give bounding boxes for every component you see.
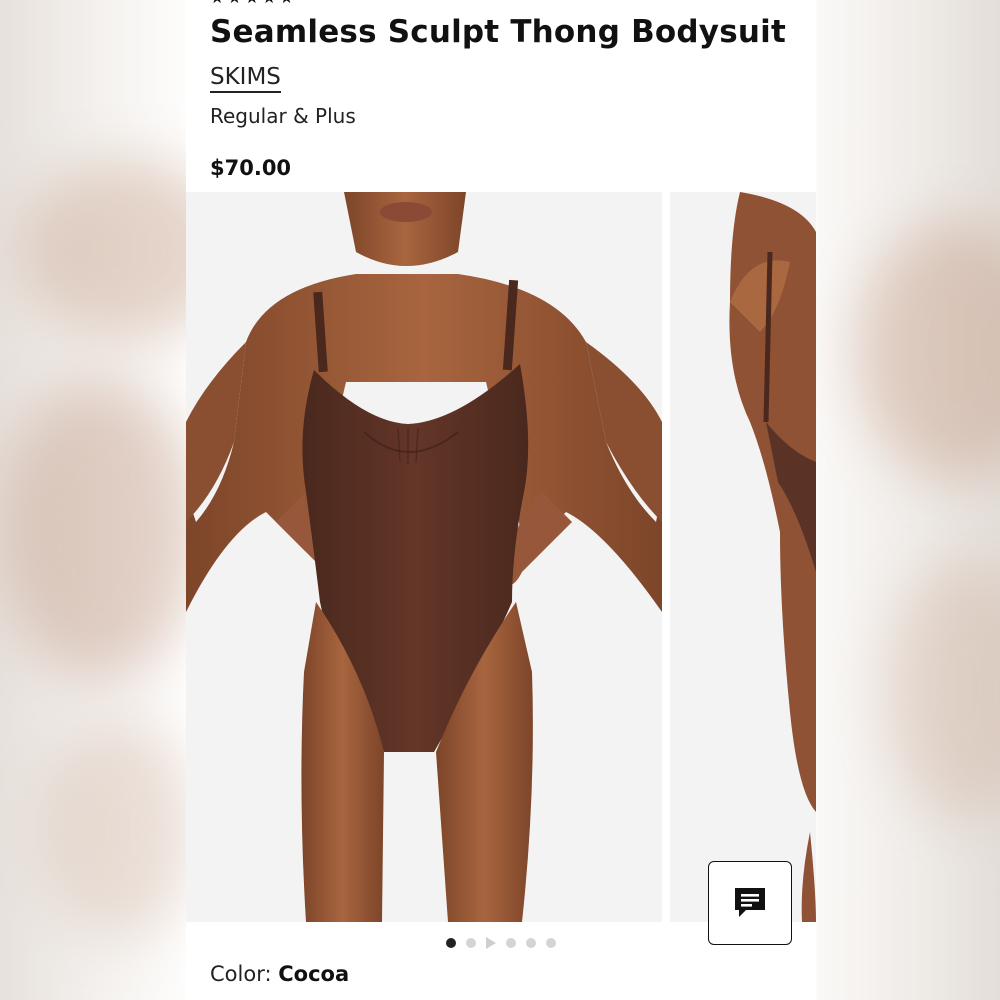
carousel-indicators (186, 934, 816, 952)
carousel-video-indicator[interactable] (486, 937, 496, 949)
product-title: Seamless Sculpt Thong Bodysuit (210, 14, 786, 50)
chat-bubble-icon (735, 888, 765, 917)
carousel-dot-5[interactable] (526, 938, 536, 948)
image-carousel[interactable] (186, 192, 816, 922)
size-range-label: Regular & Plus (210, 104, 356, 128)
product-page: ★★★★★ Seamless Sculpt Thong Bodysuit SKI… (186, 0, 816, 1000)
carousel-dot-2[interactable] (466, 938, 476, 948)
color-value: Cocoa (278, 962, 350, 986)
background-blur-left (0, 0, 186, 1000)
color-selection: Color: Cocoa (210, 962, 349, 986)
rating-stars: ★★★★★ (210, 0, 297, 7)
carousel-dot-1[interactable] (446, 938, 456, 948)
product-price: $70.00 (210, 156, 292, 180)
chat-button[interactable] (708, 861, 792, 945)
product-image-back[interactable] (670, 192, 816, 922)
background-blur-right (816, 0, 1000, 1000)
color-label: Color: (210, 962, 272, 986)
product-image-front[interactable] (186, 192, 662, 922)
brand-link[interactable]: SKIMS (210, 64, 281, 94)
carousel-dot-6[interactable] (546, 938, 556, 948)
model-back-illustration (729, 192, 816, 922)
carousel-dot-4[interactable] (506, 938, 516, 948)
model-front-illustration (186, 192, 662, 922)
